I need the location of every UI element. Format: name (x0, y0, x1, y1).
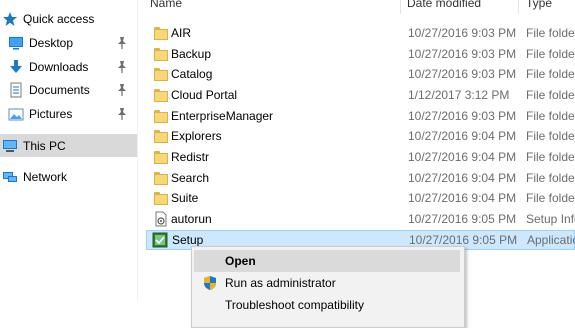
file-date: 10/27/2016 9:03 PM (408, 109, 517, 123)
star-icon (2, 11, 18, 27)
uac-shield-icon (202, 275, 218, 291)
setup-application-icon (152, 232, 168, 248)
file-type: File folder (526, 129, 575, 143)
file-date: 10/27/2016 9:03 PM (408, 26, 517, 40)
folder-icon (153, 66, 169, 82)
column-header-date[interactable]: Date modified (407, 0, 481, 10)
file-type: File folder (526, 47, 575, 61)
file-type: Application (527, 233, 575, 247)
file-date: 10/27/2016 9:04 PM (408, 171, 517, 185)
folder-icon (153, 190, 169, 206)
file-name: Explorers (171, 129, 222, 143)
nav-item-this-pc[interactable]: This PC (0, 134, 137, 157)
file-name: EnterpriseManager (171, 109, 274, 123)
menu-item-label: Open (225, 254, 256, 268)
file-type: Setup Info (526, 212, 575, 226)
file-name: autorun (171, 212, 212, 226)
nav-item-label: Desktop (29, 36, 74, 50)
documents-icon (8, 82, 24, 98)
pin-icon[interactable] (116, 83, 128, 97)
navigation-pane: Quick access Desktop Downloads Documents (0, 0, 137, 301)
file-name: Setup (172, 233, 204, 247)
file-date: 10/27/2016 9:04 PM (408, 150, 517, 164)
desktop-icon (8, 35, 24, 51)
file-name: AIR (171, 26, 192, 40)
file-type: File folder (526, 191, 575, 205)
file-row[interactable]: Redistr 10/27/2016 9:04 PM File folder (150, 147, 575, 167)
folder-icon (153, 46, 169, 62)
pane-splitter[interactable] (137, 0, 138, 301)
folder-icon (153, 25, 169, 41)
folder-icon (153, 108, 169, 124)
nav-item-network[interactable]: Network (0, 166, 137, 188)
pin-icon[interactable] (116, 60, 128, 74)
file-type: File folder (526, 150, 575, 164)
file-date: 10/27/2016 9:03 PM (408, 47, 517, 61)
file-row[interactable]: Suite 10/27/2016 9:04 PM File folder (150, 188, 575, 208)
file-type: File folder (526, 171, 575, 185)
file-row[interactable]: autorun 10/27/2016 9:05 PM Setup Info (150, 209, 575, 229)
column-divider[interactable] (400, 0, 401, 14)
menu-item-open[interactable]: Open (194, 250, 460, 272)
file-type: File folder (526, 109, 575, 123)
folder-icon (153, 128, 169, 144)
pin-icon[interactable] (116, 107, 128, 121)
file-date: 1/12/2017 3:12 PM (408, 88, 510, 102)
setup-info-file-icon (153, 211, 169, 227)
context-menu: Open Run as administrator Troubleshoot c… (191, 246, 465, 328)
file-date: 10/27/2016 9:04 PM (408, 129, 517, 143)
network-icon (2, 169, 18, 185)
file-row[interactable]: Cloud Portal 1/12/2017 3:12 PM File fold… (150, 85, 575, 105)
nav-item-quick-access[interactable]: Quick access (0, 8, 137, 30)
file-type: File folder (526, 26, 575, 40)
nav-item-pictures[interactable]: Pictures (0, 103, 137, 125)
file-name: Redistr (171, 150, 210, 164)
file-name: Backup (171, 47, 212, 61)
file-date: 10/27/2016 9:05 PM (408, 212, 517, 226)
file-name: Cloud Portal (171, 88, 238, 102)
file-name: Search (171, 171, 210, 185)
file-row[interactable]: Explorers 10/27/2016 9:04 PM File folder (150, 126, 575, 146)
file-name: Catalog (171, 67, 213, 81)
file-date: 10/27/2016 9:03 PM (408, 67, 517, 81)
column-header-name[interactable]: Name (150, 0, 182, 10)
file-row[interactable]: Catalog 10/27/2016 9:03 PM File folder (150, 64, 575, 84)
file-date: 10/27/2016 9:04 PM (408, 191, 517, 205)
menu-item-label: Troubleshoot compatibility (225, 298, 364, 312)
nav-item-label: Quick access (23, 12, 95, 26)
nav-item-label: This PC (23, 138, 66, 153)
column-header-type[interactable]: Type (526, 0, 552, 10)
menu-item-troubleshoot-compatibility[interactable]: Troubleshoot compatibility (194, 294, 460, 316)
pin-icon[interactable] (116, 36, 128, 50)
nav-item-downloads[interactable]: Downloads (0, 56, 137, 78)
file-row[interactable]: Backup 10/27/2016 9:03 PM File folder (150, 44, 575, 64)
folder-icon (153, 170, 169, 186)
folder-icon (153, 149, 169, 165)
nav-item-label: Pictures (29, 107, 73, 121)
column-divider[interactable] (518, 0, 519, 14)
pictures-icon (8, 106, 24, 122)
file-date: 10/27/2016 9:05 PM (409, 233, 518, 247)
download-arrow-icon (8, 59, 24, 75)
file-name: Suite (171, 191, 199, 205)
nav-item-label: Network (23, 170, 68, 184)
file-row[interactable]: EnterpriseManager 10/27/2016 9:03 PM Fil… (150, 106, 575, 126)
file-type: File folder (526, 88, 575, 102)
column-header-bar: Name Date modified Type (138, 0, 575, 14)
folder-icon (153, 87, 169, 103)
file-type: File folder (526, 67, 575, 81)
nav-item-desktop[interactable]: Desktop (0, 32, 137, 54)
nav-item-documents[interactable]: Documents (0, 79, 137, 101)
file-row[interactable]: Search 10/27/2016 9:04 PM File folder (150, 168, 575, 188)
nav-item-label: Downloads (29, 60, 89, 74)
computer-icon (2, 138, 18, 154)
file-row[interactable]: AIR 10/27/2016 9:03 PM File folder (150, 23, 575, 43)
menu-item-run-as-administrator[interactable]: Run as administrator (194, 272, 460, 294)
nav-item-label: Documents (29, 83, 90, 97)
menu-item-label: Run as administrator (225, 276, 336, 290)
